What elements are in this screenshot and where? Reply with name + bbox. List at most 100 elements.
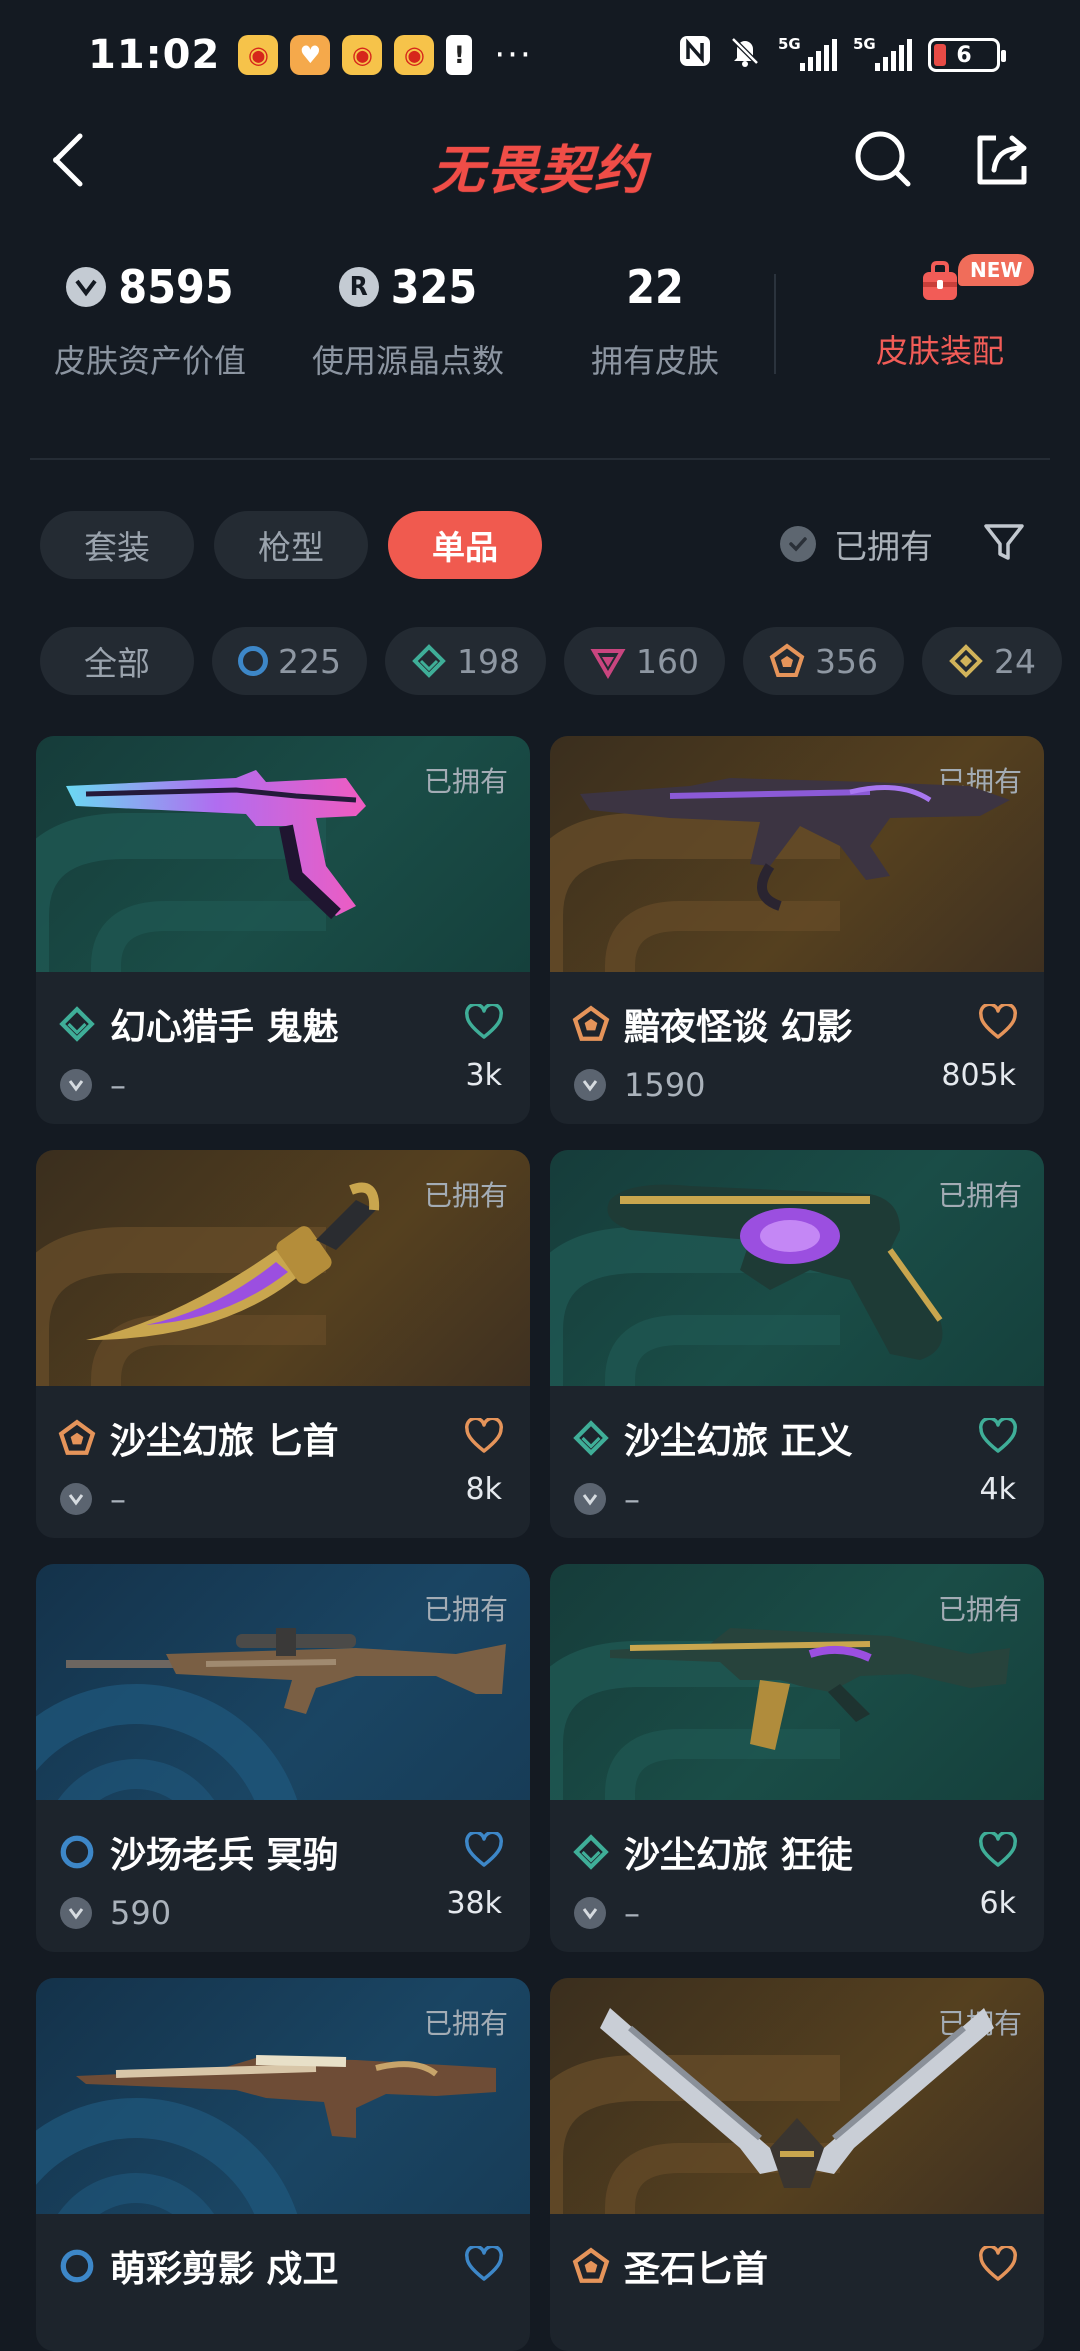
valorant-points-icon: [60, 1897, 92, 1929]
valorant-points-icon: [574, 1069, 606, 1101]
skin-card[interactable]: 已拥有 沙尘幻旅 正义 – 4k: [550, 1150, 1044, 1538]
skin-artwork: 已拥有: [36, 736, 530, 972]
skin-loadout-button[interactable]: NEW 皮肤装配: [820, 254, 1060, 372]
skin-name: 黯夜怪谈 幻影: [624, 1007, 853, 1048]
skin-card[interactable]: 已拥有 黯夜怪谈 幻影 1590 805k: [550, 736, 1044, 1124]
chip-exclusive-tier[interactable]: 356: [743, 627, 904, 695]
skin-card[interactable]: 已拥有 萌彩剪影 戍卫: [36, 1978, 530, 2351]
ultra-tier-icon: [949, 644, 983, 678]
signal-strength-icon: 5G: [853, 35, 912, 71]
signal-strength-icon: 5G: [778, 35, 837, 71]
sheriff-revolver-image: [607, 1184, 943, 1360]
exclusive-tier-icon: [58, 1419, 96, 1455]
heart-favorite-icon[interactable]: [978, 2246, 1018, 2282]
skin-name: 沙场老兵 冥驹: [110, 1835, 339, 1876]
system-icons: 5G 5G 6: [678, 34, 1006, 76]
divider: [774, 274, 776, 374]
winged-blade-image: [600, 2008, 994, 2188]
skin-name: 圣石匕首: [624, 2249, 769, 2290]
deluxe-tier-icon: [412, 644, 446, 678]
skin-name: 萌彩剪影 戍卫: [110, 2249, 339, 2290]
new-badge: NEW: [958, 254, 1035, 286]
heart-favorite-icon[interactable]: [464, 1418, 504, 1454]
app-title-logo: 无畏契约: [431, 141, 648, 201]
filter-funnel-icon[interactable]: [982, 520, 1026, 564]
valorant-points-icon: [574, 1897, 606, 1929]
skin-artwork: 已拥有: [36, 1564, 530, 1800]
heart-favorite-icon[interactable]: [464, 1004, 504, 1040]
skin-artwork: 已拥有: [550, 1564, 1044, 1800]
vandal-rifle-image: [610, 1628, 1010, 1750]
chip-select-tier[interactable]: 225: [212, 627, 367, 695]
skin-artwork: 已拥有: [550, 1150, 1044, 1386]
deluxe-tier-icon: [59, 1006, 95, 1042]
alert-notification-icon: !: [446, 35, 473, 75]
heart-favorite-icon[interactable]: [464, 2246, 504, 2282]
section-divider: [30, 458, 1050, 460]
like-count: 38k: [446, 1886, 502, 1921]
checkmark-icon: [780, 526, 816, 562]
skin-card[interactable]: 已拥有 沙尘幻旅 匕首 – 8k: [36, 1150, 530, 1538]
account-stats: 8595 皮肤资产价值 R 325 使用源晶点数 22 拥有皮肤 NEW 皮肤装…: [30, 254, 1050, 410]
notification-icons: ◉ ♥ ◉ ◉ ! ···: [238, 35, 532, 75]
heart-favorite-icon[interactable]: [978, 1832, 1018, 1868]
asset-value-stat: 8595 皮肤资产价值: [30, 260, 270, 382]
owned-skins-stat: 22 拥有皮肤: [560, 260, 750, 382]
heart-favorite-icon[interactable]: [978, 1004, 1018, 1040]
skin-card[interactable]: 已拥有 圣石匕首: [550, 1978, 1044, 2351]
heart-favorite-icon[interactable]: [978, 1418, 1018, 1454]
app-header: 无畏契约: [0, 110, 1080, 210]
chip-deluxe-tier[interactable]: 198: [385, 627, 546, 695]
backpack-icon: [923, 261, 957, 300]
valorant-points-icon: [60, 1069, 92, 1101]
dagger-image: [86, 1182, 380, 1340]
chip-all[interactable]: 全部: [40, 627, 194, 695]
radianite-label: 使用源晶点数: [311, 342, 504, 380]
radianite-stat: R 325 使用源晶点数: [288, 260, 528, 382]
nfc-icon: [678, 34, 712, 76]
skin-card[interactable]: 已拥有 沙尘幻旅 狂徒 – 6k: [550, 1564, 1044, 1952]
chip-premium-tier[interactable]: 160: [564, 627, 725, 695]
owned-filter-toggle[interactable]: 已拥有: [780, 520, 933, 568]
skin-price: 1590: [624, 1066, 706, 1104]
rarity-filter-chips: 全部 225 198 160 356 24: [40, 627, 1080, 695]
skin-price: –: [110, 1480, 126, 1518]
skin-artwork: 已拥有: [36, 1150, 530, 1386]
owned-filter-label: 已拥有: [834, 527, 933, 566]
sniper-rifle-image: [66, 1628, 506, 1714]
radianite-value: 325: [390, 260, 478, 314]
skin-price: –: [624, 1894, 640, 1932]
skin-card[interactable]: 已拥有 幻心猎手 鬼魅 – 3k: [36, 736, 530, 1124]
asset-value: 8595: [118, 260, 234, 314]
weibo-notification-icon: ◉: [342, 35, 383, 75]
share-icon[interactable]: [972, 130, 1032, 190]
like-count: 8k: [465, 1472, 502, 1507]
heart-favorite-icon[interactable]: [464, 1832, 504, 1868]
phantom-rifle-image: [580, 778, 1010, 911]
premium-tier-icon: [590, 649, 626, 679]
owned-skins-count: 22: [626, 260, 684, 314]
clock: 11:02: [88, 32, 221, 78]
deluxe-tier-icon: [573, 1834, 609, 1870]
more-notifications-icon: ···: [494, 35, 533, 75]
ghost-pistol-image: [66, 770, 366, 920]
battery-icon: 6: [928, 38, 1006, 72]
tab-weapon-types[interactable]: 枪型: [214, 511, 368, 579]
chip-ultra-tier[interactable]: 24: [922, 627, 1062, 695]
skin-name: 沙尘幻旅 正义: [624, 1421, 853, 1462]
exclusive-tier-icon: [572, 2247, 610, 2283]
tab-single-items[interactable]: 单品: [388, 511, 542, 579]
weibo-notification-icon: ◉: [394, 35, 435, 75]
tab-bundles[interactable]: 套装: [40, 511, 194, 579]
asset-value-label: 皮肤资产价值: [53, 342, 246, 380]
valorant-points-icon: [66, 267, 107, 307]
deluxe-tier-icon: [573, 1420, 609, 1456]
search-icon[interactable]: [852, 128, 914, 190]
skin-name: 沙尘幻旅 狂徒: [624, 1835, 853, 1876]
weibo-notification-icon: ◉: [238, 35, 279, 75]
like-count: 3k: [465, 1058, 502, 1093]
skin-card[interactable]: 已拥有 沙场老兵 冥驹 590 38k: [36, 1564, 530, 1952]
skin-loadout-label: 皮肤装配: [875, 332, 1004, 370]
like-count: 6k: [979, 1886, 1016, 1921]
mute-bell-icon: [728, 34, 762, 76]
